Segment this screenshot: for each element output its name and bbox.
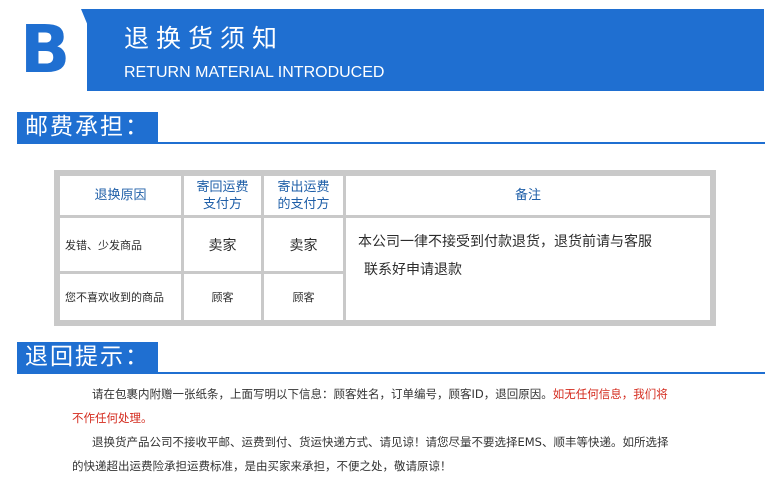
row1-reason: 发错、少发商品 (60, 218, 181, 271)
banner-subtitle: RETURN MATERIAL INTRODUCED (124, 64, 385, 81)
banner-title: 退换货须知 (124, 24, 285, 53)
remark-line-2: 联系好申请退款 (364, 262, 462, 278)
return-tips: 请在包裹内附赠一张纸条，上面写明以下信息：顾客姓名，订单编号，顾客ID，退回原因… (72, 382, 762, 478)
row1-return-payer: 卖家 (184, 218, 261, 271)
header-remark: 备注 (346, 176, 710, 215)
tip-1-warning-b: 不作任何处理。 (72, 411, 153, 425)
postage-table: 退换原因 寄回运费 支付方 寄出运费 的支付方 备注 发错、少发商品 卖家 卖家… (54, 170, 716, 326)
tip-paragraph-2-cont: 的快递超出运费险承担运费标准，是由买家来承担，不便之处，敬请原谅！ (72, 459, 452, 473)
header-return-payer-line2: 支付方 (202, 196, 242, 212)
row2-reason: 您不喜欢收到的商品 (60, 274, 181, 320)
header-send-payer-line2: 的支付方 (277, 196, 330, 212)
header-banner: B 退换货须知 RETURN MATERIAL INTRODUCED (12, 9, 764, 91)
tip-1-warning-a: 如无任何信息，我们将 (552, 387, 668, 401)
return-divider (17, 372, 765, 374)
postage-heading: 邮费承担： (17, 112, 158, 144)
banner-letter-box: B (12, 9, 87, 91)
postage-divider (17, 142, 765, 144)
row2-send-payer: 顾客 (264, 274, 343, 320)
banner-letter: B (20, 11, 71, 88)
tip-1-text: 请在包裹内附赠一张纸条，上面写明以下信息：顾客姓名，订单编号，顾客ID，退回原因… (92, 387, 553, 401)
return-heading: 退回提示： (17, 342, 158, 374)
row1-send-payer: 卖家 (264, 218, 343, 271)
tip-paragraph-2: 退换货产品公司不接收平邮、运费到付、货运快递方式、请见谅！请您尽量不要选择EMS… (92, 435, 669, 449)
header-return-payer: 寄回运费 支付方 (184, 176, 261, 215)
tip-paragraph-1: 请在包裹内附赠一张纸条，上面写明以下信息：顾客姓名，订单编号，顾客ID，退回原因… (72, 382, 762, 406)
header-reason: 退换原因 (60, 176, 181, 215)
tip-paragraph-1-cont: 不作任何处理。 (72, 406, 762, 430)
header-send-payer-line1: 寄出运费 (277, 179, 330, 195)
header-return-payer-line1: 寄回运费 (196, 179, 249, 195)
header-send-payer: 寄出运费 的支付方 (264, 176, 343, 215)
remark-cell: 本公司一律不接受到付款退货，退货前请与客服 联系好申请退款 (346, 218, 710, 320)
row2-return-payer: 顾客 (184, 274, 261, 320)
remark-line-1: 本公司一律不接受到付款退货，退货前请与客服 (358, 234, 652, 250)
